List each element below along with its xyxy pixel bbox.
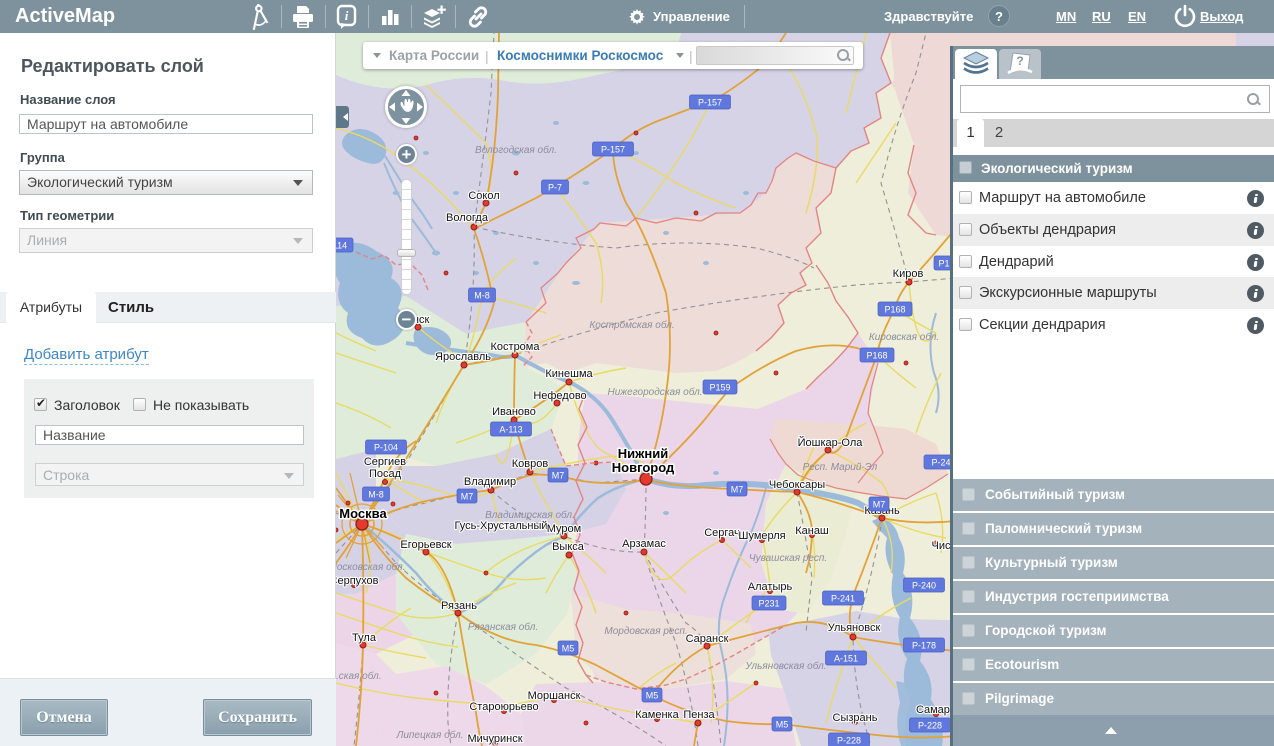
svg-text:Сокол: Сокол [468, 190, 499, 202]
svg-text:i: i [345, 8, 349, 23]
svg-text:Арзамас: Арзамас [622, 538, 666, 550]
svg-text:Саранск: Саранск [686, 633, 729, 645]
svg-text:Москва: Москва [339, 506, 387, 521]
svg-text:Чис: Чис [932, 540, 951, 552]
svg-text:Владимир: Владимир [464, 476, 516, 488]
svg-text:Кинешма: Кинешма [545, 368, 593, 380]
svg-text:М-8: М-8 [474, 291, 490, 301]
svg-text:М7: М7 [552, 471, 565, 481]
svg-text:Московская обл.: Московская обл. [336, 561, 405, 573]
svg-text:М7: М7 [731, 485, 744, 495]
svg-text:P231: P231 [758, 599, 779, 609]
svg-text:Вологодская обл.: Вологодская обл. [475, 144, 557, 156]
svg-text:Посад: Посад [369, 468, 402, 480]
svg-text:Выкса: Выкса [552, 541, 585, 553]
svg-text:P-240: P-240 [912, 581, 936, 591]
svg-text:P168: P168 [884, 305, 905, 315]
svg-text:М5: М5 [562, 644, 575, 654]
svg-text:Ковров: Ковров [512, 458, 549, 470]
svg-text:Шумерля: Шумерля [738, 530, 785, 542]
svg-text:Мордовская респ.: Мордовская респ. [604, 626, 687, 637]
svg-text:Пенза: Пенза [683, 709, 715, 721]
svg-text:Чувашская респ.: Чувашская респ. [749, 553, 827, 564]
svg-text:Нижегородская обл.: Нижегородская обл. [607, 386, 702, 398]
svg-text:А-151: А-151 [834, 654, 858, 664]
svg-text:Липецкая обл.: Липецкая обл. [396, 729, 464, 741]
svg-text:Сергиев: Сергиев [364, 456, 406, 468]
svg-text:Костромская обл.: Костромская обл. [589, 319, 674, 331]
svg-text:Кировская обл.: Кировская обл. [869, 331, 939, 343]
svg-text:P-24: P-24 [931, 458, 950, 468]
svg-text:P1: P1 [938, 259, 949, 269]
svg-text:Нижний: Нижний [618, 446, 668, 461]
svg-text:Нефедово: Нефедово [533, 390, 586, 402]
svg-text:А-113: А-113 [499, 425, 522, 435]
svg-text:Вологда: Вологда [446, 212, 489, 224]
svg-text:Рязанская обл.: Рязанская обл. [468, 621, 538, 633]
svg-text:Ульяновская обл.: Ульяновская обл. [744, 660, 826, 672]
svg-text:Гусь-Хрустальный: Гусь-Хрустальный [454, 520, 547, 532]
svg-text:P-157: P-157 [698, 98, 722, 108]
svg-text:P168: P168 [866, 351, 887, 361]
svg-text:114: 114 [336, 241, 347, 251]
svg-text:Сергач: Сергач [704, 527, 740, 539]
svg-text:Тула: Тула [352, 632, 377, 644]
svg-text:P159: P159 [709, 383, 730, 393]
svg-text:Йошкар-Ола: Йошкар-Ола [798, 436, 864, 449]
svg-text:М-8: М-8 [368, 490, 384, 500]
svg-text:Каменка: Каменка [635, 709, 679, 721]
svg-text:Канаш: Канаш [795, 525, 829, 537]
svg-text:Муром: Муром [547, 523, 581, 535]
svg-text:Ульяновск: Ульяновск [828, 622, 881, 634]
svg-text:Рязань: Рязань [441, 600, 477, 612]
svg-text:Серпухов: Серпухов [336, 575, 379, 587]
svg-text:...ская обл.: ...ская обл. [336, 670, 382, 682]
svg-text:М5: М5 [646, 691, 659, 701]
svg-text:Чебоксары: Чебоксары [769, 479, 825, 491]
svg-text:Алатырь: Алатырь [748, 581, 793, 593]
svg-text:Новгород: Новгород [612, 460, 675, 475]
svg-text:P-228: P-228 [837, 736, 861, 746]
svg-text:Кострома: Кострома [491, 341, 541, 353]
svg-text:P-7: P-7 [548, 183, 562, 193]
svg-text:P-104: P-104 [374, 443, 398, 453]
svg-text:Мичуринск: Мичуринск [467, 733, 522, 745]
svg-text:Иваново: Иваново [492, 406, 536, 418]
svg-text:Егорьевск: Егорьевск [400, 539, 451, 551]
svg-text:Респ. Марий-Эл: Респ. Марий-Эл [803, 462, 878, 473]
svg-text:М5: М5 [776, 720, 789, 730]
svg-text:Киров: Киров [893, 268, 924, 280]
svg-text:Сызрань: Сызрань [833, 712, 878, 724]
svg-text:Ярославль: Ярославль [435, 351, 491, 363]
svg-text:P-241: P-241 [831, 594, 855, 604]
svg-text:P-178: P-178 [912, 641, 936, 651]
svg-text:М7: М7 [873, 500, 886, 510]
svg-text:?: ? [1016, 54, 1023, 68]
svg-text:Староюрьево: Староюрьево [469, 701, 538, 713]
svg-text:P-228: P-228 [918, 721, 942, 731]
svg-text:P-157: P-157 [601, 145, 625, 155]
svg-text:М7: М7 [461, 492, 474, 502]
